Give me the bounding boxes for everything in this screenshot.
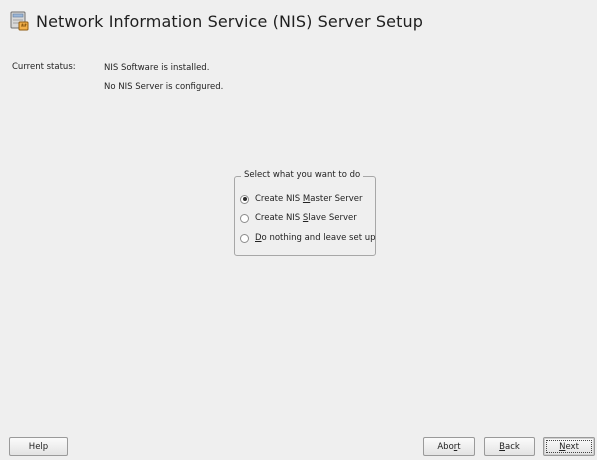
back-button[interactable]: Back xyxy=(484,437,535,456)
create-slave-server-label: Create NIS Slave Server xyxy=(255,213,357,223)
do-nothing-label: Do nothing and leave set up xyxy=(255,233,376,243)
nis-server-icon xyxy=(10,11,29,31)
radio-button[interactable] xyxy=(240,233,249,243)
status-line-server: No NIS Server is configured. xyxy=(104,82,224,92)
help-button-label: Help xyxy=(28,441,49,452)
groupbox-title: Select what you want to do xyxy=(241,170,364,180)
create-slave-server-option[interactable]: Create NIS Slave Server xyxy=(240,212,357,224)
help-button[interactable]: Help xyxy=(9,437,68,456)
abort-button-label: Abort xyxy=(437,441,461,452)
page-title: Network Information Service (NIS) Server… xyxy=(36,11,423,31)
radio-button[interactable] xyxy=(240,213,249,223)
next-button[interactable]: Next xyxy=(543,437,595,456)
radio-button-selected[interactable] xyxy=(240,194,249,204)
do-nothing-option[interactable]: Do nothing and leave set up xyxy=(240,232,376,244)
create-master-server-label: Create NIS Master Server xyxy=(255,194,363,204)
abort-button[interactable]: Abort xyxy=(423,437,475,456)
dialog-header: Network Information Service (NIS) Server… xyxy=(8,9,423,33)
next-button-label: Next xyxy=(559,441,579,452)
back-button-label: Back xyxy=(499,441,520,452)
create-master-server-option[interactable]: Create NIS Master Server xyxy=(240,193,363,205)
status-line-software: NIS Software is installed. xyxy=(104,63,210,73)
action-groupbox: Select what you want to do Create NIS Ma… xyxy=(234,170,376,256)
current-status-label: Current status: xyxy=(12,62,76,72)
